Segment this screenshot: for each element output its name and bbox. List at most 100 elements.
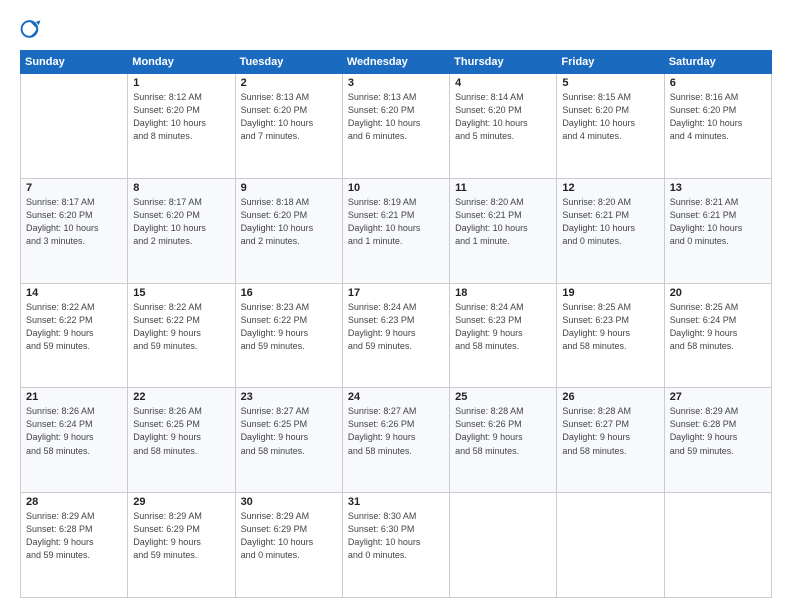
calendar-cell: 24 Sunrise: 8:27 AM Sunset: 6:26 PM Dayli…: [342, 388, 449, 493]
day-info: Sunrise: 8:28 AM Sunset: 6:26 PM Dayligh…: [455, 405, 551, 457]
day-number: 4: [455, 77, 551, 89]
day-info: Sunrise: 8:26 AM Sunset: 6:25 PM Dayligh…: [133, 405, 229, 457]
day-number: 10: [348, 182, 444, 194]
day-info: Sunrise: 8:20 AM Sunset: 6:21 PM Dayligh…: [455, 196, 551, 248]
day-info: Sunrise: 8:30 AM Sunset: 6:30 PM Dayligh…: [348, 510, 444, 562]
day-number: 20: [670, 287, 766, 299]
calendar-cell: 8 Sunrise: 8:17 AM Sunset: 6:20 PM Daylig…: [128, 178, 235, 283]
calendar-cell: [664, 493, 771, 598]
day-number: 5: [562, 77, 658, 89]
calendar-cell: 31 Sunrise: 8:30 AM Sunset: 6:30 PM Dayli…: [342, 493, 449, 598]
header: [20, 18, 772, 40]
calendar-week-1: 1 Sunrise: 8:12 AM Sunset: 6:20 PM Daylig…: [21, 74, 772, 179]
day-number: 24: [348, 391, 444, 403]
day-number: 28: [26, 496, 122, 508]
day-number: 30: [241, 496, 337, 508]
day-info: Sunrise: 8:29 AM Sunset: 6:29 PM Dayligh…: [133, 510, 229, 562]
day-number: 23: [241, 391, 337, 403]
day-info: Sunrise: 8:26 AM Sunset: 6:24 PM Dayligh…: [26, 405, 122, 457]
day-number: 25: [455, 391, 551, 403]
day-number: 6: [670, 77, 766, 89]
calendar-cell: 15 Sunrise: 8:22 AM Sunset: 6:22 PM Dayli…: [128, 283, 235, 388]
day-number: 29: [133, 496, 229, 508]
calendar-week-4: 21 Sunrise: 8:26 AM Sunset: 6:24 PM Dayli…: [21, 388, 772, 493]
day-info: Sunrise: 8:29 AM Sunset: 6:29 PM Dayligh…: [241, 510, 337, 562]
calendar-cell: [450, 493, 557, 598]
day-number: 13: [670, 182, 766, 194]
day-info: Sunrise: 8:29 AM Sunset: 6:28 PM Dayligh…: [670, 405, 766, 457]
calendar-cell: 29 Sunrise: 8:29 AM Sunset: 6:29 PM Dayli…: [128, 493, 235, 598]
col-thursday: Thursday: [450, 51, 557, 74]
day-info: Sunrise: 8:28 AM Sunset: 6:27 PM Dayligh…: [562, 405, 658, 457]
calendar-cell: 7 Sunrise: 8:17 AM Sunset: 6:20 PM Daylig…: [21, 178, 128, 283]
calendar-cell: 4Sunrise: 8:14 AM Sunset: 6:20 PM Daylig…: [450, 74, 557, 179]
day-number: 19: [562, 287, 658, 299]
day-number: 12: [562, 182, 658, 194]
day-info: Sunrise: 8:24 AM Sunset: 6:23 PM Dayligh…: [348, 301, 444, 353]
calendar-cell: 20 Sunrise: 8:25 AM Sunset: 6:24 PM Dayli…: [664, 283, 771, 388]
calendar-cell: 6 Sunrise: 8:16 AM Sunset: 6:20 PM Daylig…: [664, 74, 771, 179]
day-number: 31: [348, 496, 444, 508]
col-wednesday: Wednesday: [342, 51, 449, 74]
day-info: Sunrise: 8:29 AM Sunset: 6:28 PM Dayligh…: [26, 510, 122, 562]
day-number: 15: [133, 287, 229, 299]
day-number: 21: [26, 391, 122, 403]
calendar-cell: [557, 493, 664, 598]
day-number: 26: [562, 391, 658, 403]
day-info: Sunrise: 8:15 AM Sunset: 6:20 PM Dayligh…: [562, 91, 658, 143]
calendar-cell: [21, 74, 128, 179]
calendar-cell: 18Sunrise: 8:24 AM Sunset: 6:23 PM Dayli…: [450, 283, 557, 388]
calendar-cell: 19 Sunrise: 8:25 AM Sunset: 6:23 PM Dayli…: [557, 283, 664, 388]
day-info: Sunrise: 8:20 AM Sunset: 6:21 PM Dayligh…: [562, 196, 658, 248]
day-info: Sunrise: 8:12 AM Sunset: 6:20 PM Dayligh…: [133, 91, 229, 143]
col-monday: Monday: [128, 51, 235, 74]
calendar-cell: 9Sunrise: 8:18 AM Sunset: 6:20 PM Daylig…: [235, 178, 342, 283]
day-number: 17: [348, 287, 444, 299]
calendar-week-2: 7 Sunrise: 8:17 AM Sunset: 6:20 PM Daylig…: [21, 178, 772, 283]
logo-icon: [20, 18, 42, 40]
calendar-cell: 10 Sunrise: 8:19 AM Sunset: 6:21 PM Dayli…: [342, 178, 449, 283]
col-sunday: Sunday: [21, 51, 128, 74]
day-info: Sunrise: 8:27 AM Sunset: 6:26 PM Dayligh…: [348, 405, 444, 457]
calendar-cell: 21 Sunrise: 8:26 AM Sunset: 6:24 PM Dayli…: [21, 388, 128, 493]
day-info: Sunrise: 8:25 AM Sunset: 6:24 PM Dayligh…: [670, 301, 766, 353]
calendar-cell: 26 Sunrise: 8:28 AM Sunset: 6:27 PM Dayli…: [557, 388, 664, 493]
day-number: 18: [455, 287, 551, 299]
day-info: Sunrise: 8:16 AM Sunset: 6:20 PM Dayligh…: [670, 91, 766, 143]
day-info: Sunrise: 8:27 AM Sunset: 6:25 PM Dayligh…: [241, 405, 337, 457]
calendar: Sunday Monday Tuesday Wednesday Thursday…: [20, 50, 772, 598]
calendar-cell: 16 Sunrise: 8:23 AM Sunset: 6:22 PM Dayli…: [235, 283, 342, 388]
calendar-header-row: Sunday Monday Tuesday Wednesday Thursday…: [21, 51, 772, 74]
calendar-week-3: 14 Sunrise: 8:22 AM Sunset: 6:22 PM Dayli…: [21, 283, 772, 388]
calendar-cell: 23 Sunrise: 8:27 AM Sunset: 6:25 PM Dayli…: [235, 388, 342, 493]
calendar-cell: 13 Sunrise: 8:21 AM Sunset: 6:21 PM Dayli…: [664, 178, 771, 283]
day-info: Sunrise: 8:25 AM Sunset: 6:23 PM Dayligh…: [562, 301, 658, 353]
day-info: Sunrise: 8:22 AM Sunset: 6:22 PM Dayligh…: [133, 301, 229, 353]
logo: [20, 18, 46, 40]
day-info: Sunrise: 8:23 AM Sunset: 6:22 PM Dayligh…: [241, 301, 337, 353]
day-info: Sunrise: 8:13 AM Sunset: 6:20 PM Dayligh…: [348, 91, 444, 143]
day-number: 14: [26, 287, 122, 299]
day-number: 11: [455, 182, 551, 194]
col-tuesday: Tuesday: [235, 51, 342, 74]
calendar-cell: 17 Sunrise: 8:24 AM Sunset: 6:23 PM Dayli…: [342, 283, 449, 388]
calendar-cell: 22Sunrise: 8:26 AM Sunset: 6:25 PM Dayli…: [128, 388, 235, 493]
day-number: 1: [133, 77, 229, 89]
calendar-cell: 14 Sunrise: 8:22 AM Sunset: 6:22 PM Dayli…: [21, 283, 128, 388]
calendar-cell: 3Sunrise: 8:13 AM Sunset: 6:20 PM Daylig…: [342, 74, 449, 179]
calendar-cell: 12 Sunrise: 8:20 AM Sunset: 6:21 PM Dayli…: [557, 178, 664, 283]
day-number: 9: [241, 182, 337, 194]
calendar-cell: 5 Sunrise: 8:15 AM Sunset: 6:20 PM Daylig…: [557, 74, 664, 179]
day-info: Sunrise: 8:19 AM Sunset: 6:21 PM Dayligh…: [348, 196, 444, 248]
day-number: 7: [26, 182, 122, 194]
day-info: Sunrise: 8:21 AM Sunset: 6:21 PM Dayligh…: [670, 196, 766, 248]
day-number: 16: [241, 287, 337, 299]
calendar-cell: 11 Sunrise: 8:20 AM Sunset: 6:21 PM Dayli…: [450, 178, 557, 283]
day-info: Sunrise: 8:17 AM Sunset: 6:20 PM Dayligh…: [26, 196, 122, 248]
day-number: 27: [670, 391, 766, 403]
day-number: 8: [133, 182, 229, 194]
col-friday: Friday: [557, 51, 664, 74]
calendar-week-5: 28 Sunrise: 8:29 AM Sunset: 6:28 PM Dayli…: [21, 493, 772, 598]
day-info: Sunrise: 8:17 AM Sunset: 6:20 PM Dayligh…: [133, 196, 229, 248]
day-info: Sunrise: 8:22 AM Sunset: 6:22 PM Dayligh…: [26, 301, 122, 353]
